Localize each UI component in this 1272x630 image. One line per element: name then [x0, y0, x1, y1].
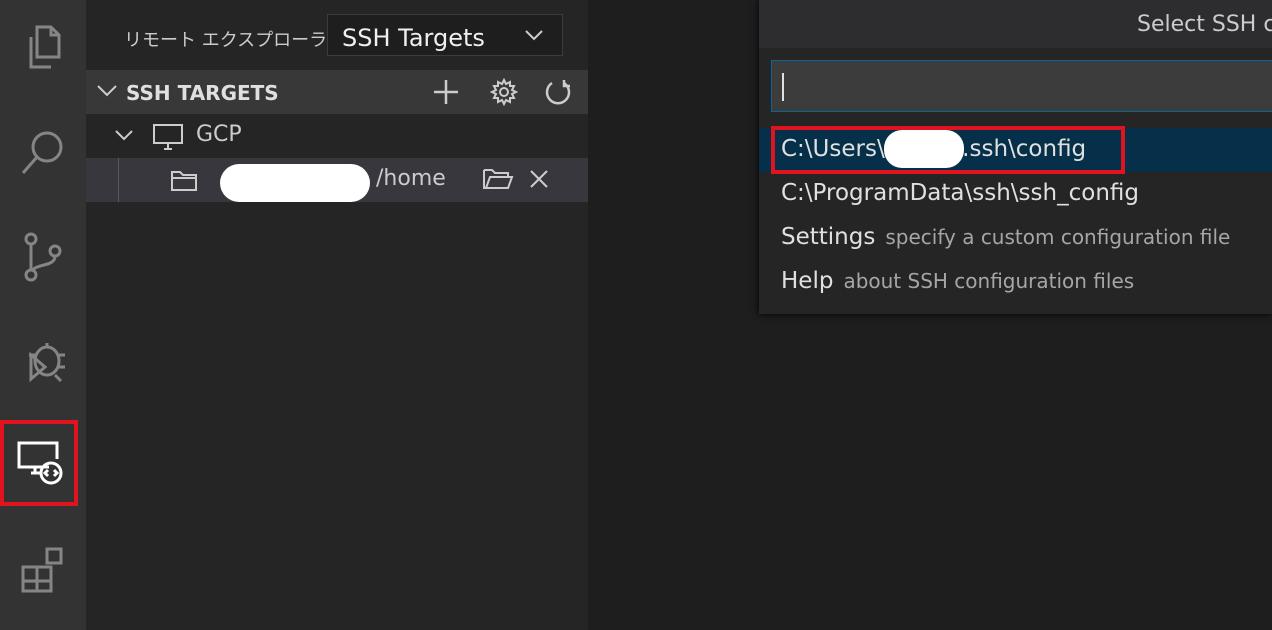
files-icon	[29, 25, 61, 69]
sidebar: リモート エクスプローラー SSH Targets SSH TARGETS GC…	[86, 0, 588, 630]
debug-icon	[29, 343, 65, 383]
chevron-down-icon	[97, 85, 117, 97]
monitor-icon	[153, 124, 183, 150]
quick-pick-item-settings[interactable]: Settings specify a custom configuration f…	[759, 216, 1272, 260]
folder-icon	[171, 171, 197, 191]
remove-button[interactable]	[528, 168, 550, 194]
chevron-down-icon	[525, 30, 543, 41]
section-title: SSH TARGETS	[126, 81, 279, 105]
quick-pick-title-bar: Select SSH c	[759, 0, 1272, 48]
chevron-down-icon	[115, 130, 133, 141]
gear-icon	[490, 78, 518, 106]
quick-pick-item-system-config[interactable]: C:\ProgramData\ssh\ssh_config	[759, 172, 1272, 216]
activity-bar	[0, 0, 86, 630]
tree-host-gcp[interactable]: GCP	[86, 114, 588, 158]
item-label: Help about SSH configuration files	[781, 268, 1135, 294]
configure-button[interactable]	[488, 76, 520, 108]
target-type-select[interactable]: SSH Targets	[327, 14, 563, 56]
activity-explorer[interactable]	[0, 4, 86, 90]
source-control-icon	[24, 232, 62, 282]
activity-debug[interactable]	[0, 318, 86, 404]
search-icon	[21, 131, 63, 174]
activity-search[interactable]	[0, 110, 86, 196]
activity-remote-explorer[interactable]	[0, 420, 78, 506]
folder-opened-icon	[483, 169, 514, 189]
item-label: C:\ProgramData\ssh\ssh_config	[781, 180, 1139, 206]
highlight-box	[771, 126, 1125, 174]
tree-folder-row[interactable]: /home	[86, 158, 588, 202]
remote-explorer-icon	[17, 441, 63, 485]
add-icon	[434, 80, 458, 104]
host-label: GCP	[196, 122, 242, 147]
extensions-icon	[21, 547, 63, 593]
indent-guide	[118, 158, 119, 202]
sidebar-title: リモート エクスプローラー	[124, 30, 346, 51]
close-icon	[530, 170, 548, 188]
activity-extensions[interactable]	[0, 526, 86, 612]
redacted-name	[220, 164, 370, 202]
target-type-value: SSH Targets	[342, 24, 485, 52]
add-button[interactable]	[430, 76, 462, 108]
quick-pick-title: Select SSH c	[1137, 12, 1272, 37]
open-folder-button[interactable]	[482, 166, 514, 196]
refresh-icon	[545, 80, 571, 105]
activity-source-control[interactable]	[0, 214, 86, 300]
quick-pick: Select SSH c C:\Users\r .ssh\config C:\Pr…	[759, 0, 1272, 314]
refresh-button[interactable]	[542, 76, 574, 108]
item-label: Settings specify a custom configuration f…	[781, 224, 1231, 250]
text-caret	[782, 73, 784, 101]
section-header[interactable]: SSH TARGETS	[86, 70, 588, 114]
quick-pick-item-help[interactable]: Help about SSH configuration files	[759, 260, 1272, 304]
quick-pick-input[interactable]	[771, 60, 1272, 112]
folder-path: /home	[376, 166, 446, 191]
